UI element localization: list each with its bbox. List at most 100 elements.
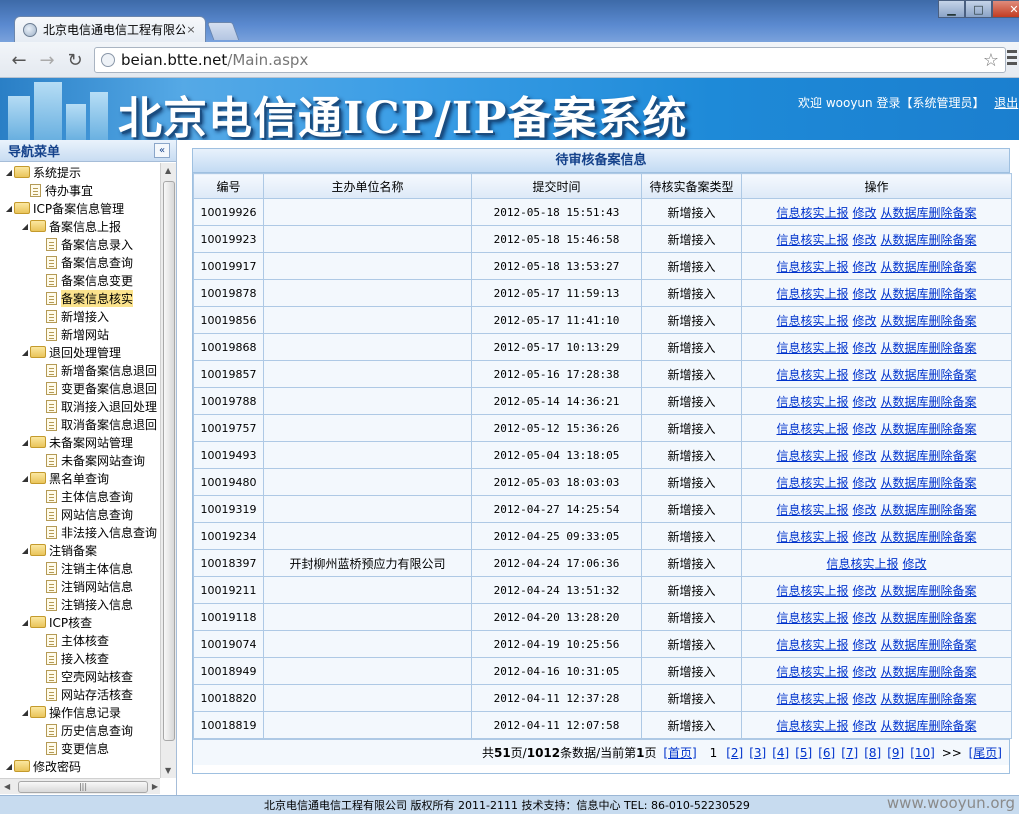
- delete-link[interactable]: 从数据库删除备案: [881, 368, 977, 382]
- sidebar-item[interactable]: 未备案网站查询: [0, 451, 160, 469]
- report-link[interactable]: 信息核实上报: [776, 287, 848, 301]
- page-info-icon[interactable]: [101, 53, 115, 67]
- sidebar-item[interactable]: ◢ 未备案网站管理: [0, 433, 160, 451]
- pager-page-link[interactable]: [8]: [864, 746, 881, 760]
- delete-link[interactable]: 从数据库删除备案: [881, 692, 977, 706]
- report-link[interactable]: 信息核实上报: [776, 638, 848, 652]
- report-link[interactable]: 信息核实上报: [776, 503, 848, 517]
- edit-link[interactable]: 修改: [852, 287, 876, 301]
- sidebar-item[interactable]: 历史信息查询: [0, 721, 160, 739]
- forward-arrow-icon[interactable]: →: [36, 50, 58, 71]
- sidebar-item[interactable]: 备案信息录入: [0, 235, 160, 253]
- scroll-down-icon[interactable]: ▼: [165, 766, 171, 775]
- edit-link[interactable]: 修改: [852, 341, 876, 355]
- delete-link[interactable]: 从数据库删除备案: [881, 503, 977, 517]
- expand-triangle-icon[interactable]: ◢: [20, 708, 30, 717]
- pager-page-link[interactable]: [6]: [818, 746, 835, 760]
- sidebar-item[interactable]: ◢ 备案信息上报: [0, 217, 160, 235]
- pager-more[interactable]: >>: [942, 746, 962, 760]
- report-link[interactable]: 信息核实上报: [776, 368, 848, 382]
- sidebar-item[interactable]: ◢ 退回处理管理: [0, 343, 160, 361]
- edit-link[interactable]: 修改: [852, 611, 876, 625]
- tab-close-icon[interactable]: ×: [185, 23, 197, 36]
- delete-link[interactable]: 从数据库删除备案: [881, 530, 977, 544]
- report-link[interactable]: 信息核实上报: [776, 395, 848, 409]
- sidebar-horizontal-scrollbar[interactable]: ◀ ||| ▶: [0, 778, 160, 794]
- edit-link[interactable]: 修改: [852, 422, 876, 436]
- sidebar-item[interactable]: 网站存活核查: [0, 685, 160, 703]
- expand-triangle-icon[interactable]: ◢: [20, 618, 30, 627]
- sidebar-item[interactable]: 新增接入: [0, 307, 160, 325]
- report-link[interactable]: 信息核实上报: [776, 476, 848, 490]
- delete-link[interactable]: 从数据库删除备案: [881, 665, 977, 679]
- sidebar-item[interactable]: 空壳网站核查: [0, 667, 160, 685]
- edit-link[interactable]: 修改: [852, 530, 876, 544]
- delete-link[interactable]: 从数据库删除备案: [881, 260, 977, 274]
- logout-link[interactable]: 退出: [994, 96, 1018, 110]
- sidebar-item[interactable]: 网站信息查询: [0, 505, 160, 523]
- sidebar-item[interactable]: ◢ ICP核查: [0, 613, 160, 631]
- scrollbar-thumb[interactable]: |||: [18, 781, 148, 793]
- expand-triangle-icon[interactable]: ◢: [4, 168, 14, 177]
- reload-icon[interactable]: ↻: [64, 50, 86, 71]
- pager-page-link[interactable]: [4]: [772, 746, 789, 760]
- pager-page-link[interactable]: [7]: [841, 746, 858, 760]
- report-link[interactable]: 信息核实上报: [776, 719, 848, 733]
- browser-tab[interactable]: 北京电信通电信工程有限公 ×: [14, 16, 206, 42]
- edit-link[interactable]: 修改: [852, 206, 876, 220]
- report-link[interactable]: 信息核实上报: [776, 314, 848, 328]
- bookmark-star-icon[interactable]: ☆: [983, 50, 999, 71]
- sidebar-item[interactable]: 备案信息变更: [0, 271, 160, 289]
- close-window-icon[interactable]: ✕: [992, 0, 1019, 18]
- scrollbar-thumb[interactable]: [163, 181, 175, 741]
- back-arrow-icon[interactable]: ←: [8, 50, 30, 71]
- report-link[interactable]: 信息核实上报: [776, 584, 848, 598]
- sidebar-item[interactable]: 备案信息查询: [0, 253, 160, 271]
- collapse-sidebar-icon[interactable]: «: [154, 143, 170, 158]
- sidebar-item[interactable]: 注销网站信息: [0, 577, 160, 595]
- sidebar-item[interactable]: 变更信息: [0, 739, 160, 757]
- sidebar-item[interactable]: ◢ 注销备案: [0, 541, 160, 559]
- pager-page-link[interactable]: [2]: [726, 746, 743, 760]
- maximize-icon[interactable]: □: [965, 0, 992, 18]
- report-link[interactable]: 信息核实上报: [776, 665, 848, 679]
- menu-wrench-icon[interactable]: [1007, 50, 1017, 70]
- scroll-right-icon[interactable]: ▶: [152, 782, 158, 791]
- delete-link[interactable]: 从数据库删除备案: [881, 395, 977, 409]
- edit-link[interactable]: 修改: [852, 584, 876, 598]
- report-link[interactable]: 信息核实上报: [776, 260, 848, 274]
- sidebar-item[interactable]: 接入核查: [0, 649, 160, 667]
- pager-page-link[interactable]: [3]: [749, 746, 766, 760]
- sidebar-item[interactable]: 新增备案信息退回: [0, 361, 160, 379]
- pager-page-link[interactable]: [9]: [887, 746, 904, 760]
- report-link[interactable]: 信息核实上报: [776, 449, 848, 463]
- expand-triangle-icon[interactable]: ◢: [4, 762, 14, 771]
- edit-link[interactable]: 修改: [852, 692, 876, 706]
- report-link[interactable]: 信息核实上报: [776, 422, 848, 436]
- sidebar-item[interactable]: 注销主体信息: [0, 559, 160, 577]
- sidebar-item[interactable]: ◢ 操作信息记录: [0, 703, 160, 721]
- sidebar-item[interactable]: 注销接入信息: [0, 595, 160, 613]
- sidebar-item[interactable]: 取消接入退回处理: [0, 397, 160, 415]
- sidebar-item[interactable]: 取消备案信息退回: [0, 415, 160, 433]
- edit-link[interactable]: 修改: [852, 503, 876, 517]
- delete-link[interactable]: 从数据库删除备案: [881, 233, 977, 247]
- sidebar-item[interactable]: 主体信息查询: [0, 487, 160, 505]
- sidebar-item[interactable]: 非法接入信息查询: [0, 523, 160, 541]
- new-tab-button[interactable]: [206, 22, 240, 40]
- sidebar-vertical-scrollbar[interactable]: ▲ ▼: [160, 163, 176, 778]
- edit-link[interactable]: 修改: [852, 476, 876, 490]
- report-link[interactable]: 信息核实上报: [776, 341, 848, 355]
- pager-page-link[interactable]: [5]: [795, 746, 812, 760]
- sidebar-item[interactable]: 备案信息核实: [0, 289, 160, 307]
- report-link[interactable]: 信息核实上报: [776, 611, 848, 625]
- delete-link[interactable]: 从数据库删除备案: [881, 584, 977, 598]
- scroll-up-icon[interactable]: ▲: [165, 166, 171, 175]
- delete-link[interactable]: 从数据库删除备案: [881, 611, 977, 625]
- edit-link[interactable]: 修改: [852, 368, 876, 382]
- report-link[interactable]: 信息核实上报: [776, 206, 848, 220]
- sidebar-item[interactable]: ◢ ICP备案信息管理: [0, 199, 160, 217]
- edit-link[interactable]: 修改: [852, 638, 876, 652]
- scroll-left-icon[interactable]: ◀: [4, 782, 10, 791]
- address-bar[interactable]: beian.btte.net/Main.aspx ☆: [94, 47, 1006, 73]
